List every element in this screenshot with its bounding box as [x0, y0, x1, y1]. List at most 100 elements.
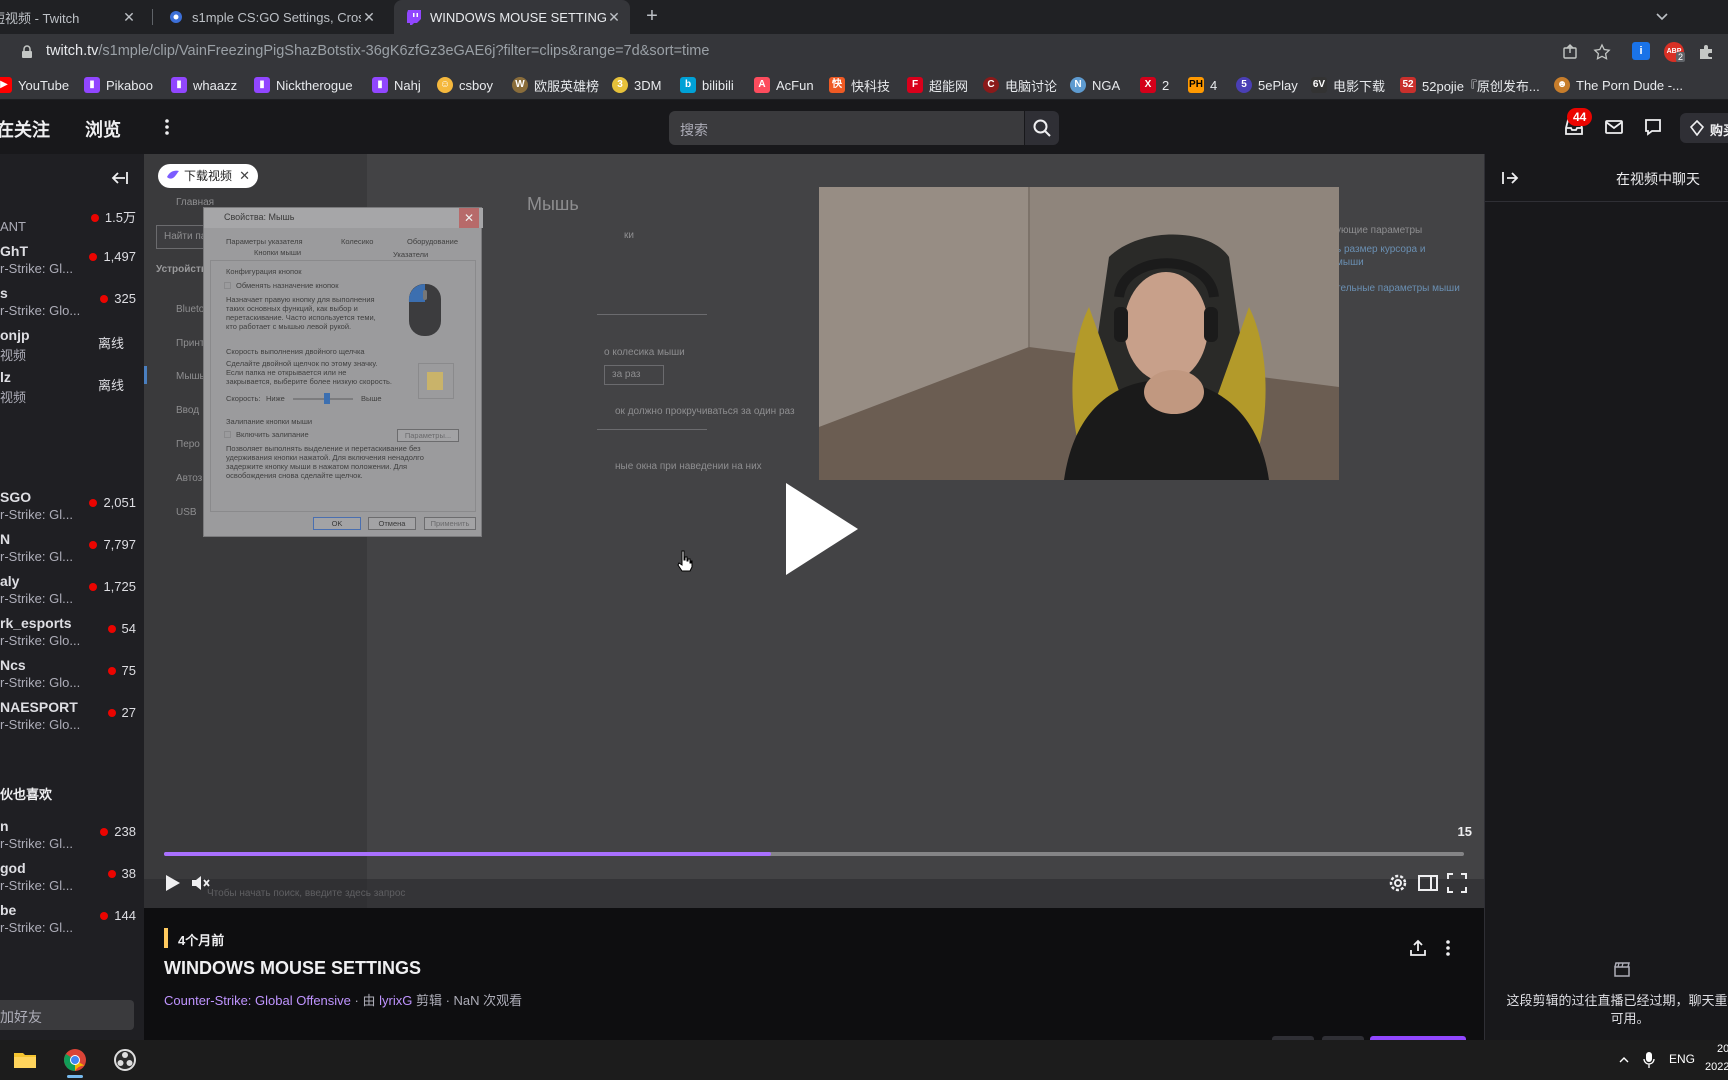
add-friends-input[interactable]: 加好友	[0, 1000, 134, 1030]
bookmark-youtube[interactable]: ▶ YouTube	[0, 76, 69, 94]
bookmark-bilibili[interactable]: b bilibili	[680, 76, 734, 94]
channel-name: n	[0, 818, 9, 834]
clock-time[interactable]: 20	[1717, 1043, 1728, 1055]
live-dot-icon	[89, 541, 98, 549]
bookmark-52pojie[interactable]: 52 52pojie『原创发布...	[1400, 76, 1540, 94]
chevron-down-icon[interactable]	[1652, 6, 1672, 26]
sidebar-channel[interactable]: onjp 视频 离线	[0, 326, 144, 366]
whispers-icon[interactable]	[1603, 116, 1625, 138]
puzzle-icon[interactable]	[1697, 43, 1715, 61]
close-icon[interactable]: ✕	[606, 9, 622, 25]
more-vertical-icon[interactable]	[1438, 938, 1458, 958]
clock-date[interactable]: 2022	[1705, 1061, 1728, 1073]
chrome-icon[interactable]	[59, 1044, 91, 1078]
sidebar-channel[interactable]: aly r-Strike: Gl... 1,725	[0, 572, 144, 612]
bookmark-3dm[interactable]: 3 3DM	[612, 76, 661, 94]
microphone-icon[interactable]	[1643, 1051, 1655, 1069]
fullscreen-icon[interactable]	[1446, 872, 1468, 894]
bookmark-expreview[interactable]: F 超能网	[907, 76, 968, 94]
bookmark-pikaboo[interactable]: ▮ Pikaboo	[84, 76, 153, 94]
sidebar-channel[interactable]: SGO r-Strike: Gl... 2,051	[0, 488, 144, 528]
bookmark-x[interactable]: X2	[1140, 76, 1169, 94]
language-indicator[interactable]: ENG	[1669, 1052, 1695, 1066]
get-bits-button[interactable]: 购买	[1680, 113, 1728, 143]
sidebar-channel[interactable]: god r-Strike: Gl... 38	[0, 859, 144, 899]
live-dot-icon	[107, 667, 116, 675]
bookmark-label: Nahj	[394, 77, 421, 93]
bookmark-porndude[interactable]: ☻ The Porn Dude -...	[1554, 76, 1683, 94]
translate-extension-icon[interactable]: i	[1632, 42, 1650, 60]
clip-timecode: 15	[1457, 824, 1472, 839]
theatre-mode-icon[interactable]	[1417, 872, 1439, 894]
bookmark-chiphell[interactable]: C 电脑讨论	[983, 76, 1057, 94]
clip-meta: Counter-Strike: Global Offensive · 由 lyr…	[164, 990, 522, 1009]
chat-bubble-icon[interactable]	[1642, 116, 1664, 138]
search-button[interactable]	[1025, 111, 1059, 145]
download-video-chip[interactable]: 下载视频 ✕	[158, 164, 259, 188]
more-vertical-icon[interactable]	[156, 116, 178, 138]
sidebar-channel[interactable]: NAESPORT r-Strike: Glo... 27	[0, 698, 144, 738]
collapse-chat-icon[interactable]	[1500, 168, 1520, 188]
new-tab-button[interactable]: +	[641, 6, 663, 28]
video-player[interactable]: Главная Найти пар Устройства Bluetoo При…	[144, 154, 1484, 908]
bookmark-nahj[interactable]: ▮ Nahj	[372, 76, 421, 94]
close-icon[interactable]: ✕	[121, 9, 137, 25]
settings-gear-icon[interactable]	[1387, 872, 1409, 894]
url-domain: twitch.tv	[46, 43, 99, 59]
sidebar-channel[interactable]: rk_esports r-Strike: Glo... 54	[0, 614, 144, 654]
share-icon[interactable]	[1408, 938, 1428, 958]
play-overlay-icon[interactable]	[782, 479, 862, 579]
tab-csgo-settings[interactable]: s1mple CS:GO Settings, Crossh ✕	[160, 0, 385, 34]
muted-volume-icon[interactable]	[189, 872, 211, 894]
notification-badge: 44	[1567, 108, 1593, 126]
bookmark-csboy[interactable]: ☺ csboy	[437, 76, 493, 94]
nav-following[interactable]: 在关注	[0, 116, 50, 142]
obs-icon[interactable]	[109, 1044, 141, 1076]
bookmark-wow-ranking[interactable]: W 欧服英雄榜	[512, 76, 599, 94]
dialog-button: OK	[313, 517, 361, 530]
bookmark-ph[interactable]: PH 4	[1188, 76, 1217, 94]
sidebar-channel[interactable]: s r-Strike: Glo... 325	[0, 284, 144, 324]
sidebar-channel[interactable]: Ncs r-Strike: Glo... 75	[0, 656, 144, 696]
lock-icon[interactable]	[20, 45, 34, 59]
tab-twitch-clips[interactable]: 短视频 - Twitch ✕	[0, 0, 145, 34]
bookmark-star-icon[interactable]	[1593, 43, 1611, 61]
sidebar-channel[interactable]: n r-Strike: Gl... 238	[0, 817, 144, 857]
sidebar-channel[interactable]: GhT r-Strike: Gl... 1,497	[0, 242, 144, 282]
sidebar-channel[interactable]: ANT 1.5万	[0, 200, 144, 240]
dialog-button: Применить	[424, 517, 476, 530]
close-icon[interactable]: ✕	[361, 9, 377, 25]
seek-bar-progress	[164, 852, 772, 856]
bookmark-label: whaazz	[193, 77, 238, 93]
chevron-up-icon[interactable]	[1618, 1054, 1630, 1066]
bookmark-nga[interactable]: N NGA	[1070, 76, 1120, 94]
viewer-count: 144	[100, 908, 136, 923]
sidebar-channel[interactable]: be r-Strike: Gl... 144	[0, 901, 144, 941]
game-link[interactable]: Counter-Strike: Global Offensive	[164, 993, 351, 1008]
seek-bar[interactable]	[164, 852, 1464, 856]
bookmark-6v[interactable]: 6V 电影下载	[1311, 76, 1385, 94]
bookmark-kkj[interactable]: 快快科技	[829, 76, 890, 94]
url-field[interactable]: twitch.tv/s1mple/clip/VainFreezingPigSha…	[46, 43, 709, 59]
share-icon[interactable]	[1561, 43, 1579, 61]
dialog-button: Параметры...	[397, 429, 459, 442]
twitch-icon	[407, 10, 421, 25]
bookmark-acfun[interactable]: A AcFun	[754, 76, 814, 94]
bookmark-nicktherogue[interactable]: ▮ Nicktherogue	[254, 76, 353, 94]
close-icon[interactable]: ✕	[239, 164, 250, 188]
bookmark-whaazz[interactable]: ▮ whaazz	[171, 76, 237, 94]
search-input[interactable]: 搜索	[669, 111, 1024, 145]
clipper-link[interactable]: lyrixG	[379, 993, 412, 1008]
nav-browse[interactable]: 浏览	[85, 116, 121, 142]
sidebar-channel[interactable]: Nr-Strike: Gl... 7,797	[0, 530, 144, 570]
sidebar-channel[interactable]: lz 视频 离线	[0, 368, 144, 408]
tab-windows-mouse-settings[interactable]: WINDOWS MOUSE SETTINGS ✕	[394, 0, 630, 34]
collapse-sidebar-icon[interactable]	[110, 168, 130, 188]
play-icon[interactable]	[161, 872, 183, 894]
bookmark-label: 52pojie『原创发布...	[1422, 78, 1540, 94]
extension-badge: 2	[1676, 52, 1686, 62]
channel-game: 视频	[0, 390, 27, 405]
file-explorer-icon[interactable]	[9, 1044, 41, 1076]
channel-game: r-Strike: Gl...	[0, 261, 73, 276]
bookmark-5eplay[interactable]: 5 5ePlay	[1236, 76, 1298, 94]
